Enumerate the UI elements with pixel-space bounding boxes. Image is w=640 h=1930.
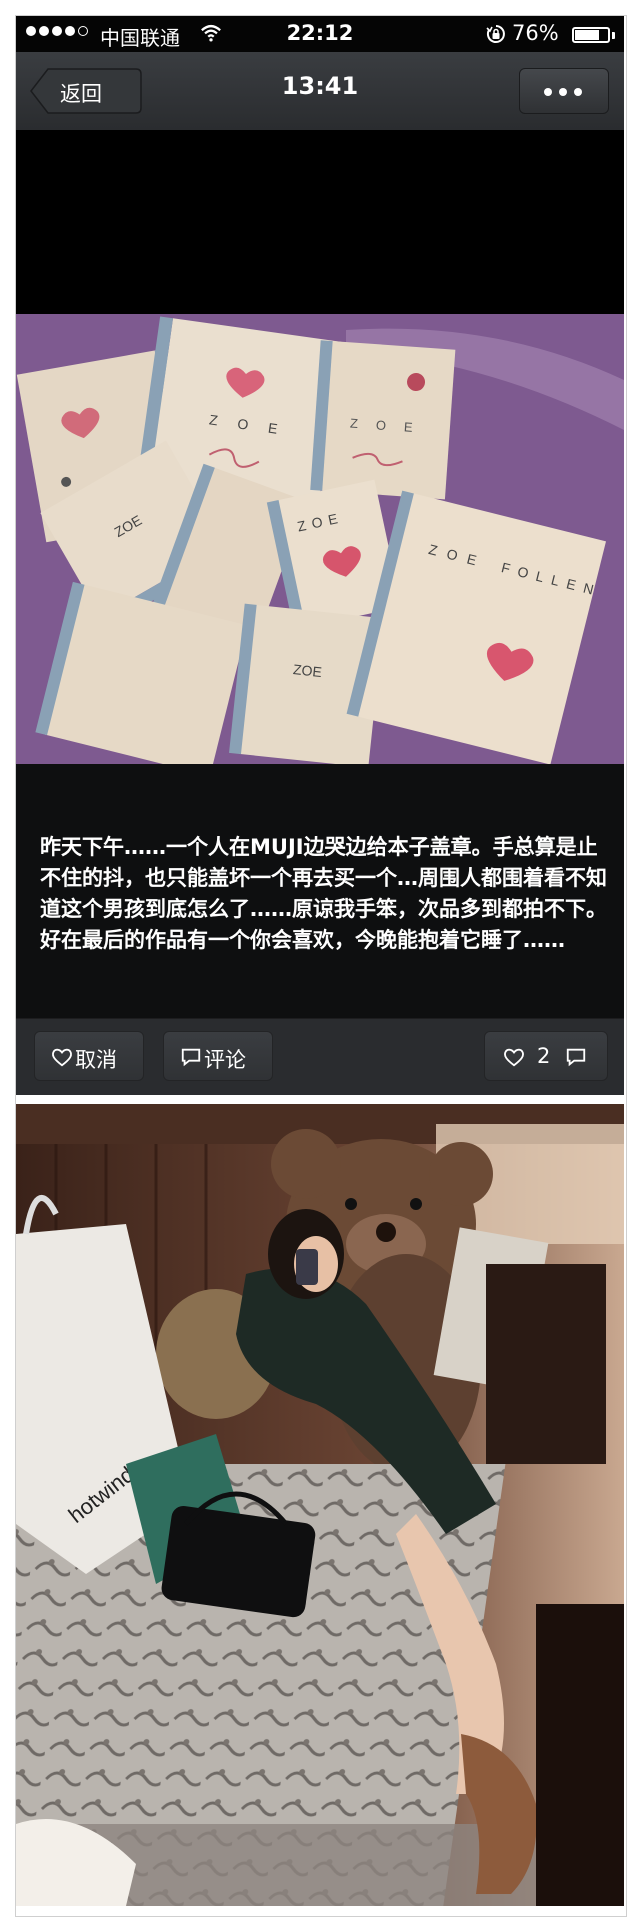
comment-icon bbox=[566, 1048, 586, 1067]
comment-label: 评论 bbox=[204, 1048, 246, 1072]
cancel-like-button[interactable]: 取消 bbox=[34, 1031, 144, 1081]
battery-percentage: 76% bbox=[512, 21, 559, 45]
comment-button[interactable]: 评论 bbox=[163, 1031, 273, 1081]
heart-icon bbox=[504, 1048, 524, 1067]
heart-icon bbox=[52, 1048, 72, 1067]
rotation-lock-icon bbox=[486, 25, 505, 43]
cancel-label: 取消 bbox=[75, 1048, 117, 1072]
like-count: 2 bbox=[537, 1044, 551, 1068]
likes-comments-summary-button[interactable]: 2 bbox=[484, 1031, 608, 1081]
notebook-text-zoe: ZOE bbox=[292, 661, 322, 680]
more-options-button[interactable] bbox=[519, 68, 609, 114]
status-bar: 中国联通 22:12 76% bbox=[16, 16, 624, 52]
navigation-bar: 返回 13:41 bbox=[16, 52, 624, 131]
post-action-bar: 取消 评论 2 bbox=[16, 1018, 624, 1095]
phone-screen: 中国联通 22:12 76% 返回 13:41 ZOE ZOE ZOE ZOE … bbox=[16, 16, 624, 1095]
post-caption: 昨天下午……一个人在MUJI边哭边给本子盖章。手总算是止不住的抖，也只能盖坏一个… bbox=[40, 835, 607, 952]
second-photo-girl-with-bear[interactable]: hotwind bbox=[16, 1104, 624, 1906]
ellipsis-icon bbox=[544, 88, 582, 96]
battery-icon bbox=[572, 27, 610, 43]
post-photo-notebooks[interactable]: ZOE ZOE ZOE ZOE ZOE ZOE FOLLEN bbox=[16, 130, 624, 764]
comment-icon bbox=[181, 1048, 201, 1067]
